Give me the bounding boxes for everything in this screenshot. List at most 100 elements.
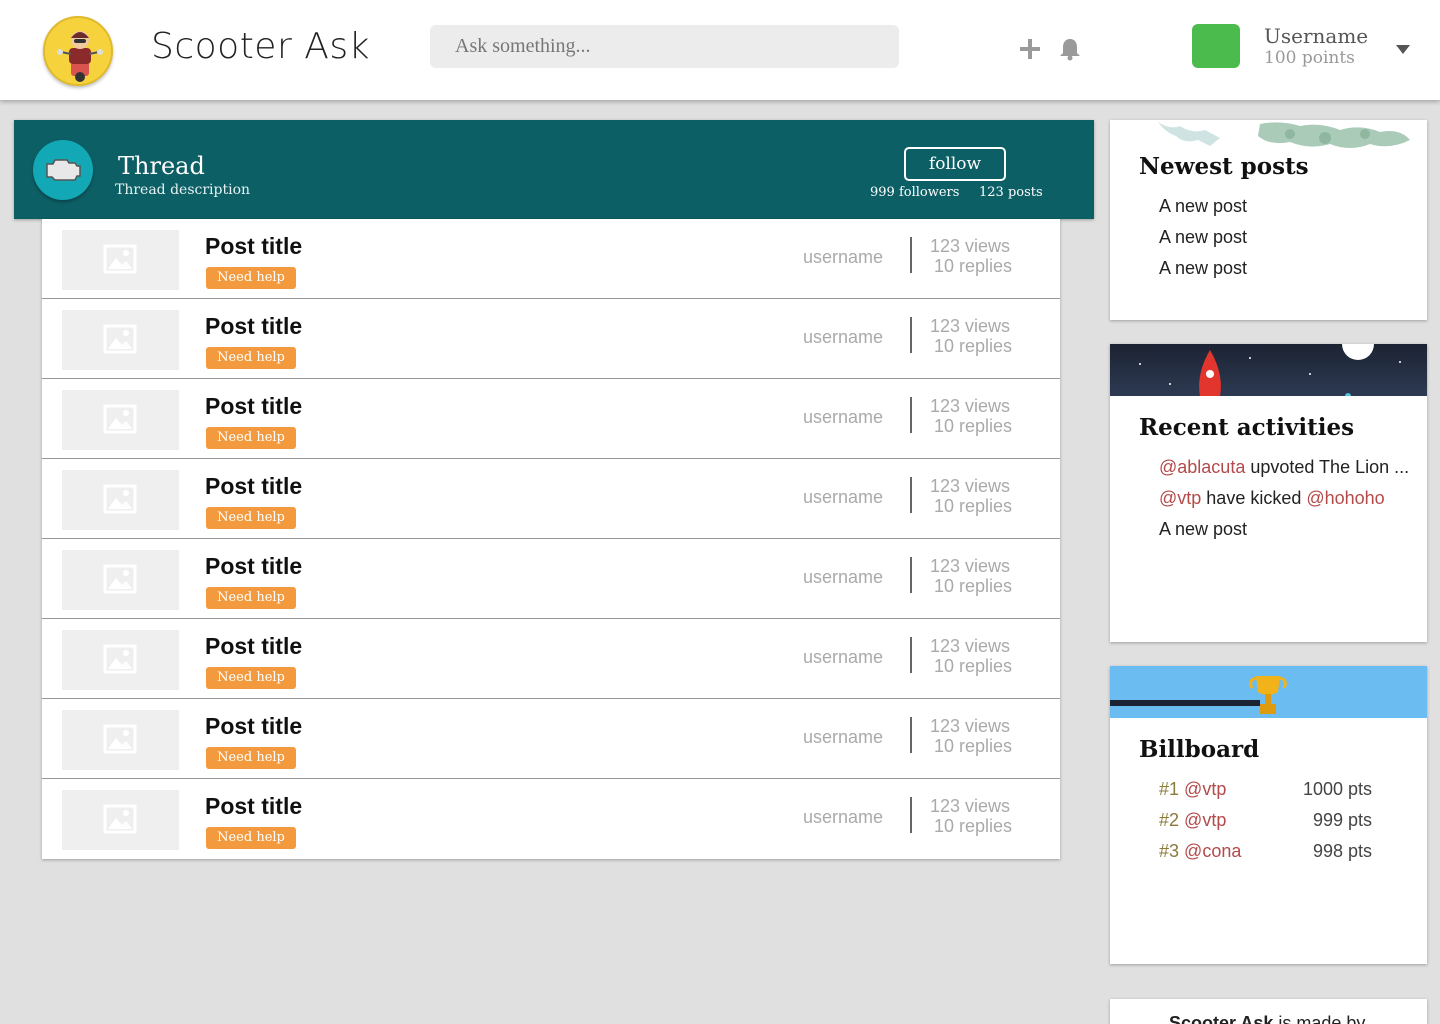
post-username[interactable]: username bbox=[803, 247, 883, 268]
post-title[interactable]: Post title bbox=[205, 233, 302, 260]
divider bbox=[910, 637, 912, 673]
post-views: 123 views bbox=[930, 236, 1011, 256]
newest-post-link[interactable]: A new post bbox=[1159, 258, 1247, 279]
leaderboard-points: 999 pts bbox=[1312, 810, 1372, 830]
post-username[interactable]: username bbox=[803, 407, 883, 428]
rank-label: #3 bbox=[1159, 841, 1180, 861]
post-title[interactable]: Post title bbox=[205, 313, 302, 340]
post-replies: 10 replies bbox=[934, 496, 1013, 516]
leaderboard-row: #3 @cona bbox=[1159, 841, 1241, 862]
thread-description: Thread description bbox=[115, 182, 251, 198]
post-list: Post title Need help username 123 views … bbox=[42, 219, 1060, 859]
activity-item: @vtp have kicked @hohoho bbox=[1159, 488, 1385, 509]
post-title[interactable]: Post title bbox=[205, 553, 302, 580]
post-username[interactable]: username bbox=[803, 647, 883, 668]
leaderboard-row: #2 @vtp bbox=[1159, 810, 1226, 831]
post-row[interactable]: Post title Need help username 123 views … bbox=[42, 379, 1060, 459]
divider bbox=[910, 797, 912, 833]
footer-card: Scooter Ask is made by bbox=[1110, 999, 1427, 1024]
user-mention-link[interactable]: @vtp bbox=[1184, 779, 1226, 799]
top-header: Scooter Ask Username 100 points bbox=[0, 0, 1440, 100]
divider bbox=[910, 397, 912, 433]
user-mention-link[interactable]: @vtp bbox=[1184, 810, 1226, 830]
post-replies: 10 replies bbox=[934, 336, 1013, 356]
post-tag[interactable]: Need help bbox=[206, 507, 296, 529]
post-replies: 10 replies bbox=[934, 256, 1013, 276]
post-title[interactable]: Post title bbox=[205, 473, 302, 500]
leaderboard-points: 1000 pts bbox=[1302, 779, 1372, 799]
post-title[interactable]: Post title bbox=[205, 713, 302, 740]
activity-text: have kicked bbox=[1201, 488, 1307, 508]
post-username[interactable]: username bbox=[803, 327, 883, 348]
post-views: 123 views bbox=[930, 476, 1011, 496]
post-username[interactable]: username bbox=[803, 727, 883, 748]
user-mention-link[interactable]: @hohoho bbox=[1306, 488, 1384, 508]
post-row[interactable]: Post title Need help username 123 views … bbox=[42, 619, 1060, 699]
divider bbox=[910, 477, 912, 513]
posts-count: 123 posts bbox=[979, 185, 1043, 200]
user-avatar[interactable] bbox=[1192, 24, 1240, 68]
post-username[interactable]: username bbox=[803, 487, 883, 508]
divider bbox=[910, 317, 912, 353]
post-replies: 10 replies bbox=[934, 736, 1013, 756]
post-row[interactable]: Post title Need help username 123 views … bbox=[42, 299, 1060, 379]
post-tag[interactable]: Need help bbox=[206, 667, 296, 689]
image-placeholder-icon bbox=[62, 550, 179, 610]
activity-item[interactable]: A new post bbox=[1159, 519, 1247, 540]
newest-post-link[interactable]: A new post bbox=[1159, 196, 1247, 217]
newest-posts-card: Newest posts A new post A new post A new… bbox=[1110, 120, 1427, 320]
image-placeholder-icon bbox=[62, 710, 179, 770]
bell-icon[interactable] bbox=[1057, 36, 1083, 62]
post-tag[interactable]: Need help bbox=[206, 267, 296, 289]
post-row[interactable]: Post title Need help username 123 views … bbox=[42, 699, 1060, 779]
post-tag[interactable]: Need help bbox=[206, 427, 296, 449]
chevron-down-icon[interactable] bbox=[1396, 45, 1410, 54]
plus-icon[interactable] bbox=[1017, 36, 1043, 62]
post-row[interactable]: Post title Need help username 123 views … bbox=[42, 459, 1060, 539]
activity-text: upvoted The Lion ... bbox=[1245, 457, 1410, 477]
post-title[interactable]: Post title bbox=[205, 393, 302, 420]
user-mention-link[interactable]: @ablacuta bbox=[1159, 457, 1245, 477]
post-row[interactable]: Post title Need help username 123 views … bbox=[42, 539, 1060, 619]
user-mention-link[interactable]: @cona bbox=[1184, 841, 1241, 861]
world-map-banner bbox=[1110, 120, 1427, 154]
post-tag[interactable]: Need help bbox=[206, 347, 296, 369]
post-views: 123 views bbox=[930, 716, 1011, 736]
user-mention-link[interactable]: @vtp bbox=[1159, 488, 1201, 508]
post-row[interactable]: Post title Need help username 123 views … bbox=[42, 779, 1060, 859]
leaderboard-points: 998 pts bbox=[1312, 841, 1372, 861]
rank-label: #1 bbox=[1159, 779, 1180, 799]
scooter-logo[interactable] bbox=[43, 16, 113, 86]
activity-item: @ablacuta upvoted The Lion ... bbox=[1159, 457, 1409, 478]
thread-header: Thread Thread description follow 999 fol… bbox=[14, 120, 1094, 219]
post-views: 123 views bbox=[930, 316, 1011, 336]
leaderboard-row: #1 @vtp bbox=[1159, 779, 1226, 800]
post-title[interactable]: Post title bbox=[205, 793, 302, 820]
search-input[interactable] bbox=[430, 25, 899, 68]
user-points: 100 points bbox=[1264, 48, 1355, 68]
post-tag[interactable]: Need help bbox=[206, 827, 296, 849]
footer-caption: is made by bbox=[1273, 1013, 1366, 1024]
follow-button[interactable]: follow bbox=[904, 147, 1006, 181]
post-views: 123 views bbox=[930, 396, 1011, 416]
divider bbox=[910, 717, 912, 753]
recent-activities-card: Recent activities @ablacuta upvoted The … bbox=[1110, 344, 1427, 642]
post-username[interactable]: username bbox=[803, 567, 883, 588]
post-replies: 10 replies bbox=[934, 416, 1013, 436]
image-placeholder-icon bbox=[62, 470, 179, 530]
post-tag[interactable]: Need help bbox=[206, 747, 296, 769]
image-placeholder-icon bbox=[62, 230, 179, 290]
user-name[interactable]: Username bbox=[1264, 24, 1368, 48]
app-title: Scooter Ask bbox=[151, 26, 370, 67]
footer-text: Scooter Ask is made by bbox=[1169, 1013, 1365, 1024]
newest-post-link[interactable]: A new post bbox=[1159, 227, 1247, 248]
post-tag[interactable]: Need help bbox=[206, 587, 296, 609]
post-row[interactable]: Post title Need help username 123 views … bbox=[42, 219, 1060, 299]
image-placeholder-icon bbox=[62, 310, 179, 370]
followers-count: 999 followers bbox=[870, 185, 960, 200]
engine-icon bbox=[33, 140, 93, 200]
post-title[interactable]: Post title bbox=[205, 633, 302, 660]
post-username[interactable]: username bbox=[803, 807, 883, 828]
activity-text[interactable]: A new post bbox=[1159, 519, 1247, 539]
recent-activities-title: Recent activities bbox=[1139, 414, 1355, 441]
